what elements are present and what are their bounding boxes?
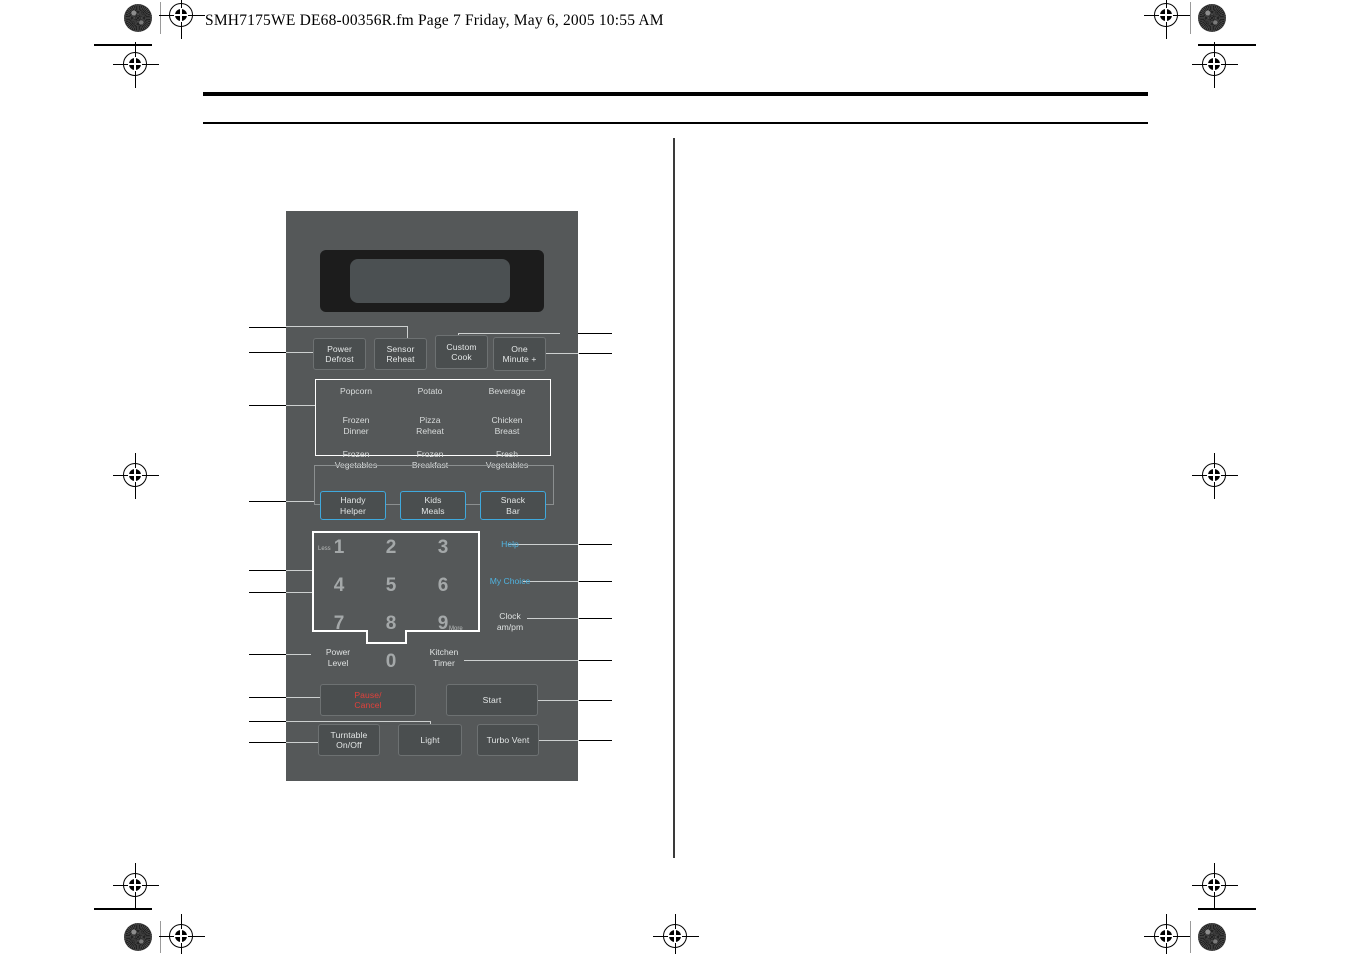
handy-helper-button[interactable]: Handy Helper — [320, 491, 386, 520]
keypad-digit-2[interactable]: 2 — [377, 537, 405, 559]
header-rule-thick — [203, 92, 1148, 96]
registration-mark-top-left — [159, 0, 205, 39]
panel-leader-turntable — [286, 742, 318, 744]
panel-leader-helper — [286, 501, 315, 503]
preset-frozen-dinner[interactable]: Frozen Dinner — [318, 415, 394, 436]
keypad-digit-8[interactable]: 8 — [377, 613, 405, 635]
mark-divider-top-right — [1190, 2, 1191, 34]
panel-leader-light — [286, 721, 431, 723]
keypad-digit-7[interactable]: 7 — [325, 613, 353, 635]
trim-mark-upper-left — [94, 44, 152, 46]
registration-mark-top-right — [1144, 0, 1190, 39]
keypad-more-label: More — [449, 626, 463, 632]
panel-leader-pause-cancel — [286, 697, 320, 699]
page-canvas: SMH7175WE DE68-00356R.fm Page 7 Friday, … — [0, 0, 1351, 954]
registration-mark-mid-left — [113, 453, 159, 499]
registration-mark-mid-right — [1192, 453, 1238, 499]
power-defrost-button[interactable]: Power Defrost — [313, 338, 366, 370]
turbo-vent-button[interactable]: Turbo Vent — [477, 724, 539, 756]
column-divider — [673, 138, 675, 858]
pause-cancel-button[interactable]: Pause/ Cancel — [320, 684, 416, 716]
registration-mark-upper-right — [1192, 42, 1238, 88]
help-button[interactable]: Help — [474, 539, 546, 550]
display-screen — [350, 259, 510, 303]
preset-potato[interactable]: Potato — [392, 386, 468, 397]
panel-leader-keypad-upper — [286, 570, 313, 572]
registration-mark-bottom-left — [159, 914, 205, 954]
one-minute-plus-button[interactable]: One Minute + — [493, 337, 546, 371]
registration-mark-lower-right — [1192, 863, 1238, 909]
custom-cook-button[interactable]: Custom Cook — [435, 335, 488, 369]
panel-leader-presets — [286, 405, 316, 407]
preset-beverage[interactable]: Beverage — [469, 386, 545, 397]
trim-mark-lower-left — [94, 908, 152, 910]
my-choice-button[interactable]: My Choice — [474, 576, 546, 587]
keypad-digit-5[interactable]: 5 — [377, 575, 405, 597]
light-button[interactable]: Light — [398, 724, 462, 756]
panel-leader-power-defrost — [286, 352, 316, 354]
keypad-digit-6[interactable]: 6 — [429, 575, 457, 597]
sensor-reheat-button[interactable]: Sensor Reheat — [374, 338, 427, 370]
keypad-digit-4[interactable]: 4 — [325, 575, 353, 597]
registration-mark-bottom-center — [653, 914, 699, 954]
preset-popcorn[interactable]: Popcorn — [318, 386, 394, 397]
registration-mark-lower-left — [113, 863, 159, 909]
display-bezel — [320, 250, 544, 312]
preset-pizza-reheat[interactable]: Pizza Reheat — [392, 415, 468, 436]
panel-leader-sensor-reheat-hook — [286, 326, 408, 328]
microwave-control-panel: Power Defrost Sensor Reheat Custom Cook … — [286, 211, 579, 781]
keypad-digit-0[interactable]: 0 — [377, 651, 405, 673]
registration-mark-bottom-right — [1144, 914, 1190, 954]
page-header-text: SMH7175WE DE68-00356R.fm Page 7 Friday, … — [205, 12, 664, 29]
registration-mark-upper-left — [113, 42, 159, 88]
kitchen-timer-button[interactable]: Kitchen Timer — [408, 647, 480, 668]
panel-leader-start — [538, 700, 579, 702]
header-rule-thin — [203, 122, 1148, 124]
clock-ampm-button[interactable]: Clock am/pm — [474, 611, 546, 632]
color-swatch-top-left — [124, 4, 152, 32]
snack-bar-button[interactable]: Snack Bar — [480, 491, 546, 520]
trim-mark-lower-right — [1198, 908, 1256, 910]
trim-mark-upper-right — [1198, 44, 1256, 46]
power-level-button[interactable]: Power Level — [302, 647, 374, 668]
color-swatch-bottom-left — [124, 923, 152, 951]
color-swatch-bottom-right — [1198, 923, 1226, 951]
turntable-on-off-button[interactable]: Turntable On/Off — [318, 724, 380, 756]
panel-leader-keypad-lower — [286, 592, 313, 594]
panel-leader-turbo-vent — [539, 740, 579, 742]
color-swatch-top-right — [1198, 4, 1226, 32]
keypad-digit-3[interactable]: 3 — [429, 537, 457, 559]
keypad-less-label: Less — [318, 546, 331, 552]
panel-leader-kitchen-timer — [464, 660, 579, 662]
kids-meals-button[interactable]: Kids Meals — [400, 491, 466, 520]
start-button[interactable]: Start — [446, 684, 538, 716]
mark-divider-bottom-right — [1190, 921, 1191, 953]
preset-chicken-breast[interactable]: Chicken Breast — [469, 415, 545, 436]
